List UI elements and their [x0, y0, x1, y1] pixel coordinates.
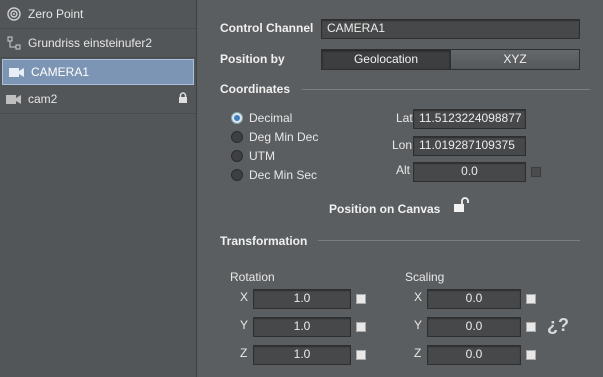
- sidebar-item-label: CAMERA1: [31, 65, 90, 79]
- scaling-z-checkbox[interactable]: [526, 350, 536, 360]
- xyz-button[interactable]: XYZ: [450, 50, 579, 69]
- position-by-label: Position by: [220, 52, 285, 66]
- scaling-y-field[interactable]: 0.0: [427, 317, 521, 337]
- position-by-toggle: Geolocation XYZ: [321, 49, 580, 70]
- coordinates-title: Coordinates: [220, 82, 291, 96]
- sidebar-item-label: Zero Point: [28, 7, 84, 21]
- radio-label: UTM: [249, 149, 275, 163]
- format-radio-utm[interactable]: UTM: [231, 149, 275, 163]
- rotation-y-field[interactable]: 1.0: [253, 317, 351, 337]
- camera-icon: [6, 91, 22, 107]
- properties-panel: Control Channel CAMERA1 Position by Geol…: [198, 0, 603, 377]
- geolocation-button[interactable]: Geolocation: [322, 50, 450, 69]
- lat-label: Lat: [396, 111, 413, 125]
- sidebar-item-label: Grundriss einsteinufer2: [28, 36, 153, 50]
- sidebar-item-label: cam2: [28, 92, 58, 106]
- radio-icon: [231, 169, 243, 181]
- hierarchy-icon: [6, 35, 22, 51]
- radio-icon: [231, 131, 243, 143]
- format-radio-deg-min-dec[interactable]: Deg Min Dec: [231, 130, 318, 144]
- lat-field[interactable]: 11.5123224098877: [413, 109, 526, 129]
- camera-icon: [9, 64, 25, 80]
- alt-checkbox[interactable]: [531, 167, 541, 177]
- target-icon: [6, 6, 22, 22]
- rotation-x-checkbox[interactable]: [356, 294, 366, 304]
- scaling-z-field[interactable]: 0.0: [427, 345, 521, 365]
- sidebar-item-zero-point[interactable]: Zero Point: [0, 0, 196, 29]
- format-radio-dec-min-sec[interactable]: Dec Min Sec: [231, 168, 317, 182]
- alt-field[interactable]: 0.0: [413, 162, 526, 182]
- scaling-y-label: Y: [414, 318, 423, 332]
- divider: [302, 88, 591, 90]
- unlock-icon[interactable]: [453, 197, 470, 217]
- transformation-title: Transformation: [220, 234, 308, 248]
- transformation-section-header: Transformation: [220, 234, 319, 248]
- scaling-z-label: Z: [414, 346, 422, 360]
- scaling-label: Scaling: [405, 270, 445, 284]
- sidebar-item-grundriss[interactable]: Grundriss einsteinufer2: [0, 29, 196, 58]
- position-on-canvas-label: Position on Canvas: [329, 202, 441, 216]
- coordinates-section-header: Coordinates: [220, 82, 591, 96]
- lon-field[interactable]: 11.019287109375: [413, 136, 526, 156]
- control-channel-field[interactable]: CAMERA1: [321, 19, 580, 39]
- radio-icon: [231, 150, 243, 162]
- control-channel-label: Control Channel: [220, 21, 314, 35]
- scaling-x-checkbox[interactable]: [526, 294, 536, 304]
- radio-label: Deg Min Dec: [249, 130, 319, 144]
- scaling-x-label: X: [414, 290, 423, 304]
- scaling-x-field[interactable]: 0.0: [427, 289, 521, 309]
- rotation-z-label: Z: [240, 346, 248, 360]
- alt-label: Alt: [396, 163, 411, 177]
- rotation-z-checkbox[interactable]: [356, 350, 366, 360]
- rotation-y-label: Y: [240, 318, 249, 332]
- sidebar-item-camera1[interactable]: CAMERA1: [2, 59, 194, 85]
- rotation-x-label: X: [240, 290, 249, 304]
- rotation-z-field[interactable]: 1.0: [253, 345, 351, 365]
- scaling-y-checkbox[interactable]: [526, 322, 536, 332]
- format-radio-decimal[interactable]: Decimal: [231, 111, 292, 125]
- rotation-label: Rotation: [230, 270, 275, 284]
- radio-label: Decimal: [249, 111, 293, 125]
- radio-selected-icon: [231, 112, 243, 124]
- lon-label: Lon: [392, 138, 413, 152]
- rotation-x-field[interactable]: 1.0: [253, 289, 351, 309]
- sidebar-item-cam2[interactable]: cam2: [0, 85, 196, 114]
- radio-label: Dec Min Sec: [249, 168, 318, 182]
- sidebar: Zero Point Grundriss einsteinufer2 CAMER…: [0, 0, 197, 377]
- rotation-y-checkbox[interactable]: [356, 322, 366, 332]
- lock-icon[interactable]: [178, 92, 188, 107]
- divider: [318, 240, 580, 241]
- link-scale-icon[interactable]: ¿?: [547, 315, 569, 336]
